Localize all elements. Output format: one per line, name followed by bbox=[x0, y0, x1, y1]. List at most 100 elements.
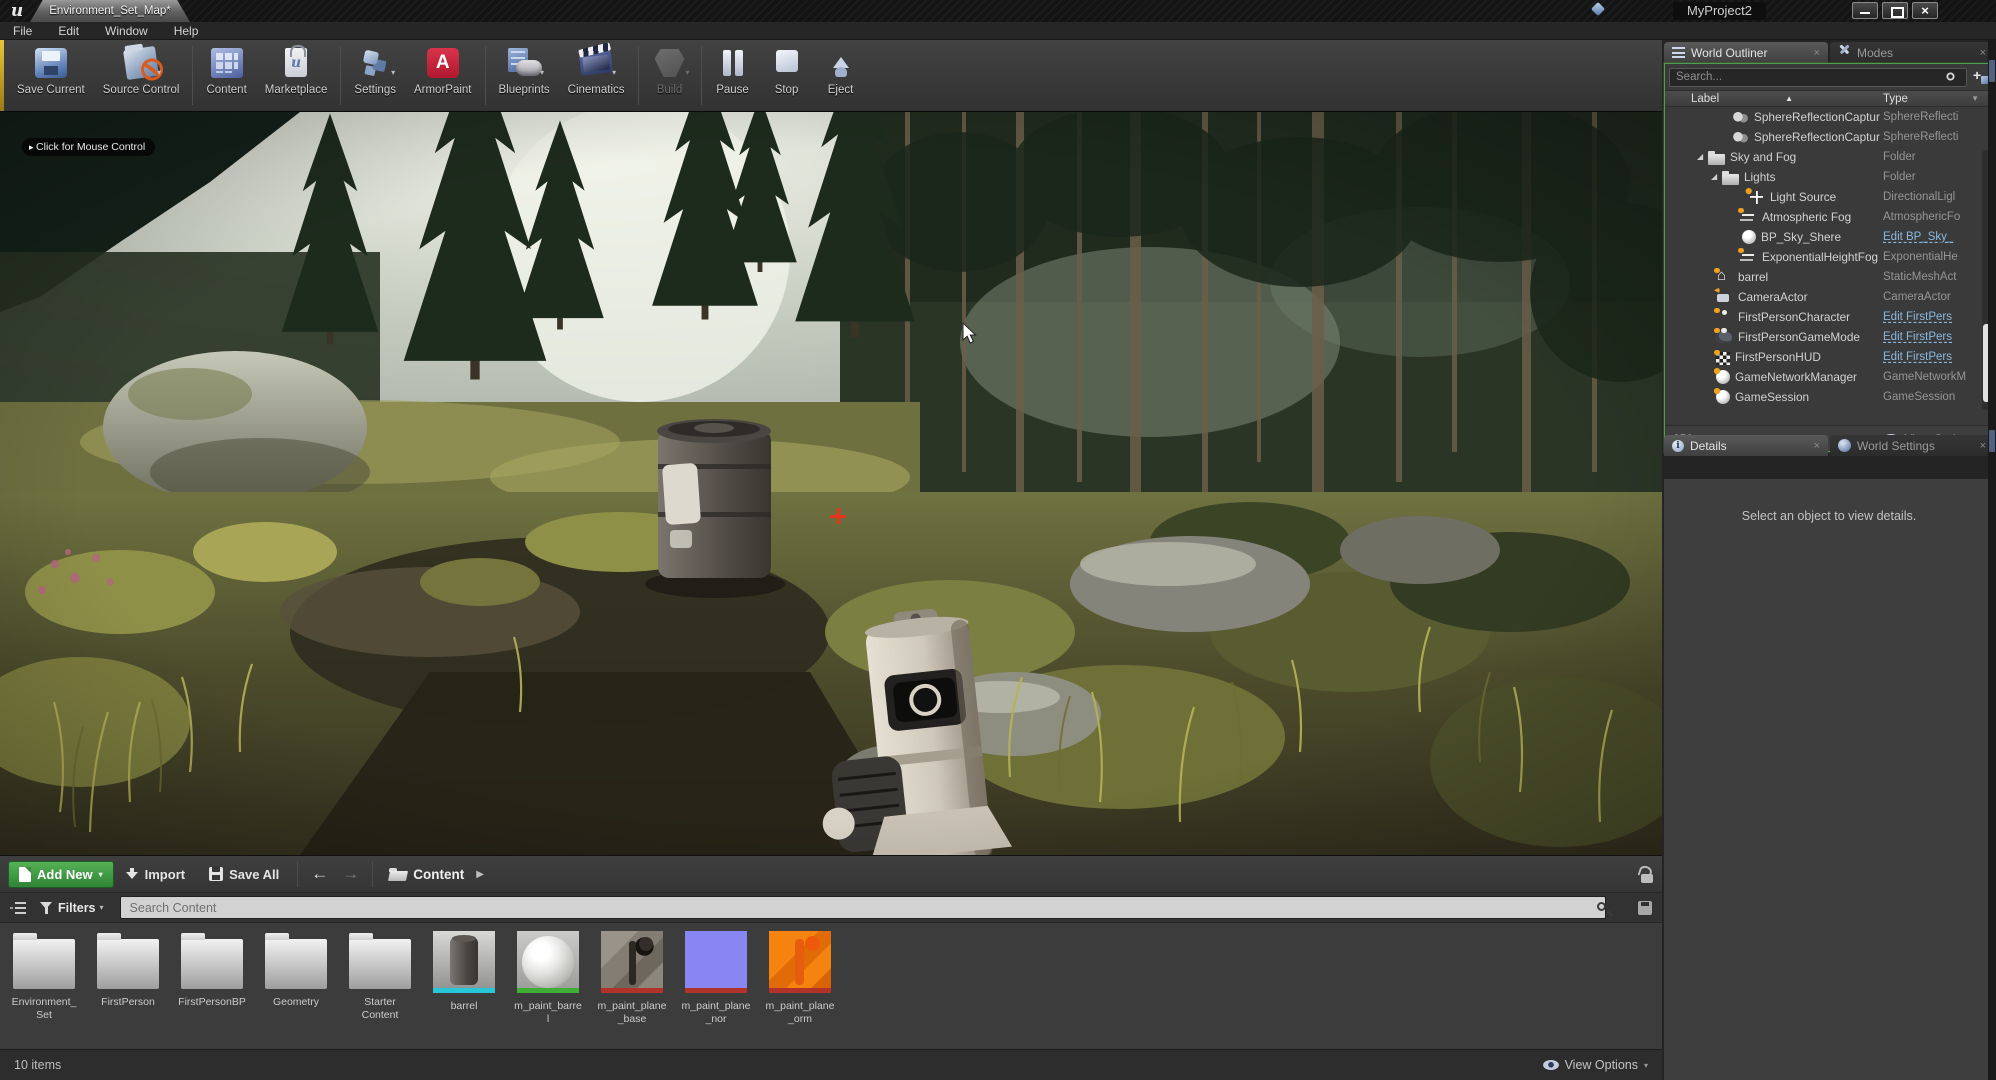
actor-type[interactable]: StaticMeshAct bbox=[1883, 271, 1979, 283]
outliner-row[interactable]: SphereReflectionCaptur SphereReflecti bbox=[1665, 107, 1993, 127]
actor-type[interactable]: ExponentialHe bbox=[1883, 251, 1979, 263]
close-button[interactable]: × bbox=[1912, 2, 1938, 19]
outliner-row[interactable]: FirstPersonHUD Edit FirstPers bbox=[1665, 347, 1993, 367]
outliner-row[interactable]: Light Source DirectionalLigl bbox=[1665, 187, 1993, 207]
outliner-row[interactable]: SphereReflectionCaptur SphereReflecti bbox=[1665, 127, 1993, 147]
close-tab-icon[interactable]: × bbox=[1814, 440, 1820, 452]
restore-button[interactable] bbox=[1882, 2, 1908, 19]
outliner-row[interactable]: GameSession GameSession bbox=[1665, 387, 1993, 407]
tab-modes[interactable]: Modes × bbox=[1830, 42, 1994, 63]
tab-details[interactable]: i Details × bbox=[1664, 435, 1828, 456]
sources-panel-icon[interactable] bbox=[10, 901, 26, 915]
asset-tile[interactable]: m_paint_plane_orm bbox=[764, 931, 836, 1025]
actor-type[interactable]: Edit BP_Sky_ bbox=[1883, 231, 1979, 243]
outliner-row[interactable]: Atmospheric Fog AtmosphericFo bbox=[1665, 207, 1993, 227]
actor-type[interactable]: Edit FirstPers bbox=[1883, 331, 1979, 343]
close-tab-icon[interactable]: × bbox=[1814, 47, 1820, 59]
add-new-button[interactable]: Add New ▾ bbox=[8, 861, 114, 888]
asset-tile[interactable]: Starter Content bbox=[344, 931, 416, 1021]
outliner-list-icon bbox=[1672, 47, 1685, 58]
outliner-row[interactable]: BP_Sky_Shere Edit BP_Sky_ bbox=[1665, 227, 1993, 247]
actor-type[interactable]: GameNetworkM bbox=[1883, 371, 1979, 383]
actor-type[interactable]: Edit FirstPers bbox=[1883, 351, 1979, 363]
menu-item[interactable]: File bbox=[0, 22, 45, 40]
expander-icon[interactable]: ◢ bbox=[1697, 147, 1708, 167]
actor-type[interactable]: Folder bbox=[1883, 151, 1979, 163]
column-label[interactable]: Label bbox=[1665, 93, 1719, 105]
marketplace-button[interactable]: Marketplace bbox=[256, 40, 337, 111]
breadcrumb-arrow-icon[interactable]: ▶ bbox=[476, 869, 484, 880]
actor-type[interactable]: SphereReflecti bbox=[1883, 111, 1979, 123]
actor-type[interactable]: CameraActor bbox=[1883, 291, 1979, 303]
source-control-button[interactable]: ▾ Source Control bbox=[94, 40, 189, 111]
folder-icon bbox=[1722, 174, 1739, 185]
toolbar-separator bbox=[297, 861, 298, 887]
menu-item[interactable]: Help bbox=[161, 22, 212, 40]
actor-type[interactable]: GameSession bbox=[1883, 391, 1979, 403]
docked-tab-chip[interactable] bbox=[1989, 430, 1995, 452]
outliner-row[interactable]: CameraActor CameraActor bbox=[1665, 287, 1993, 307]
filters-button[interactable]: Filters bbox=[58, 901, 96, 915]
breadcrumb-content[interactable]: Content bbox=[413, 867, 464, 882]
minimize-button[interactable] bbox=[1852, 2, 1878, 19]
actor-type[interactable]: AtmosphericFo bbox=[1883, 211, 1979, 223]
details-panel: Select an object to view details. bbox=[1664, 479, 1994, 1080]
outliner-column-header[interactable]: Label ▲ Type ▼ bbox=[1665, 90, 1993, 107]
asset-label: Geometry bbox=[273, 996, 319, 1009]
asset-tile[interactable]: Geometry bbox=[260, 931, 332, 1009]
armorpaint-button[interactable]: ArmorPaint bbox=[405, 40, 481, 111]
column-type[interactable]: Type bbox=[1883, 93, 1908, 105]
stop-button[interactable]: Stop bbox=[760, 40, 814, 111]
chevron-down-icon: ▾ bbox=[1644, 1061, 1648, 1070]
forward-button[interactable]: → bbox=[335, 864, 366, 884]
chevron-down-icon[interactable]: ▼ bbox=[1971, 94, 1979, 103]
outliner-search-input[interactable] bbox=[1669, 68, 1967, 87]
actor-type[interactable]: Folder bbox=[1883, 171, 1979, 183]
chevron-down-icon: ▾ bbox=[686, 68, 690, 77]
tab-world-outliner[interactable]: World Outliner × bbox=[1664, 42, 1828, 63]
back-button[interactable]: ← bbox=[304, 864, 335, 884]
docked-tab-chip[interactable] bbox=[1989, 60, 1995, 82]
asset-tile[interactable]: FirstPersonBP bbox=[176, 931, 248, 1009]
save-current-button[interactable]: Save Current bbox=[8, 40, 94, 111]
asset-tile[interactable]: Environment_Set bbox=[8, 931, 80, 1021]
view-options-button[interactable]: View Options ▾ bbox=[1543, 1058, 1648, 1072]
asset-tile[interactable]: barrel bbox=[428, 931, 500, 1013]
menu-item[interactable]: Edit bbox=[45, 22, 92, 40]
level-tab[interactable]: Environment_Set_Map* bbox=[30, 0, 190, 22]
actor-type[interactable]: DirectionalLigl bbox=[1883, 191, 1979, 203]
close-tab-icon[interactable]: × bbox=[1980, 440, 1986, 452]
eject-button[interactable]: Eject bbox=[814, 40, 868, 111]
expander-icon[interactable]: ◢ bbox=[1711, 167, 1722, 187]
close-tab-icon[interactable]: × bbox=[1980, 47, 1986, 59]
mouse-control-hint[interactable]: Click for Mouse Control bbox=[22, 138, 155, 156]
actor-type[interactable]: Edit FirstPers bbox=[1883, 311, 1979, 323]
menu-item[interactable]: Window bbox=[92, 22, 161, 40]
save-search-icon[interactable] bbox=[1638, 901, 1652, 915]
outliner-row[interactable]: GameNetworkManager GameNetworkM bbox=[1665, 367, 1993, 387]
outliner-row[interactable]: barrel StaticMeshAct bbox=[1665, 267, 1993, 287]
save-all-button[interactable]: Save All bbox=[197, 861, 291, 888]
tab-world-settings[interactable]: World Settings × bbox=[1830, 435, 1994, 456]
blueprints-button[interactable]: ▾ Blueprints bbox=[490, 40, 559, 111]
asset-tile[interactable]: m_paint_barrel bbox=[512, 931, 584, 1025]
settings-button[interactable]: ▾ Settings bbox=[345, 40, 405, 111]
asset-tile[interactable]: m_paint_plane_base bbox=[596, 931, 668, 1025]
asset-tile[interactable]: m_paint_plane_nor bbox=[680, 931, 752, 1025]
outliner-row[interactable]: FirstPersonCharacter Edit FirstPers bbox=[1665, 307, 1993, 327]
create-actor-icon[interactable] bbox=[1973, 70, 1989, 84]
content-button[interactable]: Content bbox=[197, 40, 255, 111]
asset-tile[interactable]: FirstPerson bbox=[92, 931, 164, 1009]
lock-icon[interactable] bbox=[1639, 866, 1654, 883]
actor-type[interactable]: SphereReflecti bbox=[1883, 131, 1979, 143]
details-empty-message: Select an object to view details. bbox=[1664, 509, 1994, 523]
import-button[interactable]: Import bbox=[114, 861, 197, 888]
outliner-row[interactable]: FirstPersonGameMode Edit FirstPers bbox=[1665, 327, 1993, 347]
game-viewport[interactable]: Click for Mouse Control bbox=[0, 112, 1662, 855]
cinematics-button[interactable]: ▾ Cinematics bbox=[559, 40, 634, 111]
content-search-input[interactable] bbox=[120, 896, 1606, 919]
outliner-row[interactable]: ◢ Sky and Fog Folder bbox=[1665, 147, 1993, 167]
outliner-row[interactable]: ExponentialHeightFog ExponentialHe bbox=[1665, 247, 1993, 267]
outliner-row[interactable]: ◢ Lights Folder bbox=[1665, 167, 1993, 187]
pause-button[interactable]: Pause bbox=[706, 40, 760, 111]
